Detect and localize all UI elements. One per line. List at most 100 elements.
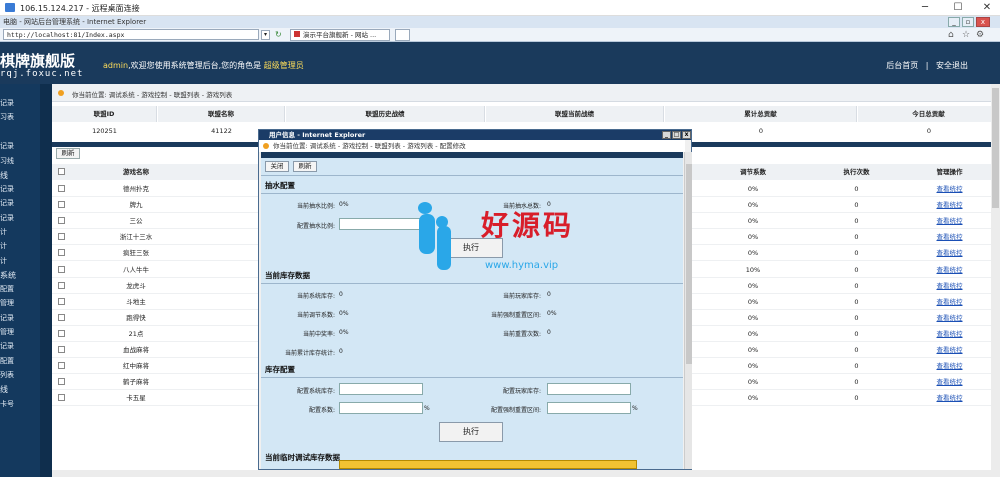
home-link[interactable]: 后台首页 xyxy=(886,61,918,70)
popup-scroll-thumb[interactable] xyxy=(686,164,692,364)
watermark-url: www.hyma.vip xyxy=(485,260,559,271)
row-checkbox[interactable] xyxy=(58,378,65,386)
sidebar-item[interactable]: 线 xyxy=(0,384,8,395)
cfg-coef-input[interactable] xyxy=(339,402,423,414)
popup-close-button[interactable]: x xyxy=(682,131,691,139)
sidebar-item[interactable]: 记录 xyxy=(0,184,14,194)
percent-sign: % xyxy=(632,405,638,412)
league-cell: 120251 xyxy=(92,127,117,135)
logout-link[interactable]: 安全退出 xyxy=(936,61,968,70)
welcome-user: admin xyxy=(103,61,129,70)
settings-icon[interactable]: ⚙ xyxy=(976,30,984,40)
sidebar-item[interactable]: 计 xyxy=(0,256,7,266)
browser-tab[interactable]: 演示平台旗舰新 - 网站 ... xyxy=(290,29,390,41)
sidebar-item[interactable]: 配置 xyxy=(0,284,14,294)
view-control-link[interactable]: 查看统控 xyxy=(899,229,1000,245)
row-checkbox[interactable] xyxy=(58,394,65,402)
row-checkbox[interactable] xyxy=(58,346,65,353)
sidebar-item[interactable]: 卡号 xyxy=(0,399,14,409)
sidebar-item[interactable]: 记录 xyxy=(0,341,14,351)
reset-times-label: 当前重置次数: xyxy=(502,331,541,338)
row-checkbox[interactable] xyxy=(58,297,65,305)
sidebar-item[interactable]: 系统 xyxy=(0,270,16,281)
refresh-button[interactable]: 刷新 xyxy=(56,148,80,159)
popup-refresh-button[interactable]: 刷新 xyxy=(293,161,317,172)
view-control-link[interactable]: 查看统控 xyxy=(899,342,1000,358)
row-checkbox[interactable] xyxy=(58,249,65,257)
games-header: 调节系数 xyxy=(692,164,814,180)
view-control-link[interactable]: 查看统控 xyxy=(899,294,1000,310)
view-control-link[interactable]: 查看统控 xyxy=(899,326,1000,342)
brand-title: 棋牌旗舰版 xyxy=(0,52,76,70)
sidebar-item[interactable]: 记录 xyxy=(0,213,14,223)
sidebar-item[interactable]: 配置 xyxy=(0,356,14,366)
page-scrollbar[interactable] xyxy=(991,84,1000,470)
view-control-link[interactable]: 查看统控 xyxy=(899,262,1000,278)
ie-address-bar: http://localhost:81/Index.aspx ▾ ↻ 演示平台旗… xyxy=(0,28,1000,42)
view-control-link[interactable]: 查看统控 xyxy=(899,374,1000,390)
rdp-icon xyxy=(5,3,15,12)
popup-close-page-button[interactable]: 关闭 xyxy=(265,161,289,172)
stock-sys-value: 0 xyxy=(339,291,343,298)
sidebar-item[interactable]: 计 xyxy=(0,227,7,237)
row-times: 0 xyxy=(854,362,859,371)
sidebar-item[interactable]: 列表 xyxy=(0,370,14,380)
view-control-link[interactable]: 查看统控 xyxy=(899,245,1000,261)
row-checkbox[interactable] xyxy=(58,233,65,241)
select-all-cell xyxy=(52,164,70,180)
view-control-link[interactable]: 查看统控 xyxy=(899,390,1000,406)
row-name: 八人牛牛 xyxy=(123,265,149,274)
favorites-icon[interactable]: ☆ xyxy=(962,30,970,40)
view-control-link[interactable]: 查看统控 xyxy=(899,197,1000,213)
cfg-sys-input[interactable] xyxy=(339,383,423,395)
row-checkbox[interactable] xyxy=(58,362,65,370)
refresh-icon[interactable]: ↻ xyxy=(275,30,285,40)
address-input[interactable]: http://localhost:81/Index.aspx xyxy=(3,29,259,40)
view-control-link[interactable]: 查看统控 xyxy=(899,181,1000,197)
popup-maximize-button[interactable]: □ xyxy=(672,131,681,139)
sidebar-item[interactable]: 习表 xyxy=(0,112,14,122)
row-times: 0 xyxy=(854,281,859,290)
ie-restore-button[interactable]: ▫ xyxy=(962,17,974,27)
sidebar-item[interactable]: 记录 xyxy=(0,141,14,151)
total-stock-value: 0 xyxy=(339,348,343,355)
new-tab-button[interactable] xyxy=(395,29,410,41)
minimize-button[interactable]: ─ xyxy=(913,1,937,15)
divider xyxy=(261,175,683,176)
row-checkbox[interactable] xyxy=(58,265,65,273)
view-control-link[interactable]: 查看统控 xyxy=(899,213,1000,229)
row-checkbox[interactable] xyxy=(58,329,65,337)
home-icon[interactable]: ⌂ xyxy=(948,30,954,40)
cfg-player-input[interactable] xyxy=(547,383,631,395)
popup-scrollbar[interactable] xyxy=(684,152,692,469)
sidebar-item[interactable]: 习线 xyxy=(0,156,14,166)
row-coef: 0% xyxy=(747,394,759,403)
row-checkbox[interactable] xyxy=(58,185,65,192)
maximize-button[interactable]: ☐ xyxy=(946,1,970,15)
config-exec-button[interactable]: 执行 xyxy=(439,422,503,442)
cfg-reset-input[interactable] xyxy=(547,402,631,414)
sidebar-item[interactable]: 计 xyxy=(0,241,7,251)
row-checkbox[interactable] xyxy=(58,217,65,225)
sidebar-item[interactable]: 记录 xyxy=(0,98,14,108)
section-stock: 当前库存数据 xyxy=(265,271,310,280)
sidebar-item[interactable]: 管理 xyxy=(0,298,14,308)
view-control-link[interactable]: 查看统控 xyxy=(899,358,1000,374)
sidebar-item[interactable]: 线 xyxy=(0,170,8,181)
sidebar-item[interactable]: 记录 xyxy=(0,313,14,323)
ie-minimize-button[interactable]: _ xyxy=(948,17,960,27)
popup-minimize-button[interactable]: _ xyxy=(662,131,671,139)
scroll-thumb[interactable] xyxy=(992,88,999,208)
sidebar-item[interactable]: 管理 xyxy=(0,327,14,337)
sidebar-item[interactable]: 记录 xyxy=(0,198,14,208)
close-button[interactable]: ✕ xyxy=(975,1,999,15)
row-checkbox[interactable] xyxy=(58,313,65,321)
row-checkbox[interactable] xyxy=(58,201,65,209)
horizontal-scrollbar[interactable] xyxy=(52,470,1000,477)
view-control-link[interactable]: 查看统控 xyxy=(899,310,1000,326)
row-checkbox[interactable] xyxy=(58,281,65,289)
select-all-checkbox[interactable] xyxy=(58,168,65,175)
dropdown-icon[interactable]: ▾ xyxy=(261,30,270,40)
ie-close-button[interactable]: x xyxy=(976,17,990,27)
view-control-link[interactable]: 查看统控 xyxy=(899,278,1000,294)
